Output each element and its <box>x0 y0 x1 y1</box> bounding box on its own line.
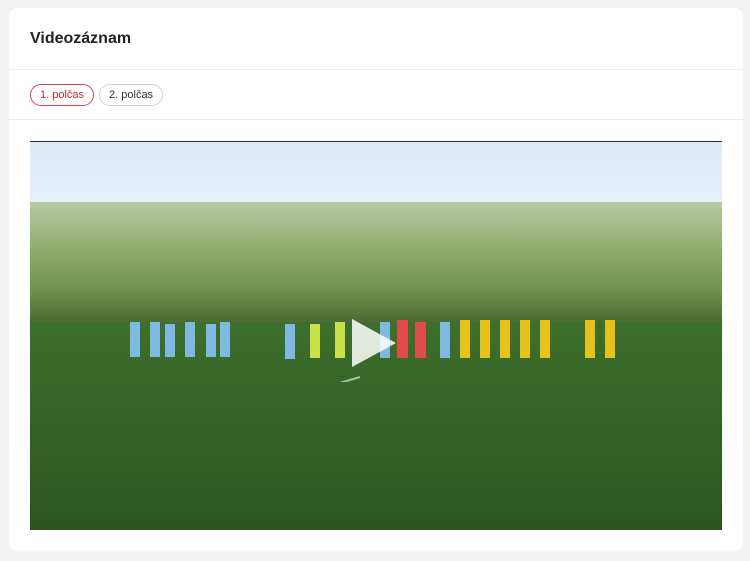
video-player[interactable] <box>30 141 722 530</box>
video-card: Videozáznam 1. polčas 2. polčas <box>9 8 743 551</box>
card-header: Videozáznam <box>9 8 743 70</box>
tab-first-half[interactable]: 1. polčas <box>30 83 95 106</box>
card-title: Videozáznam <box>30 29 132 47</box>
tab-second-half[interactable]: 2. polčas <box>99 83 164 106</box>
half-tabs: 1. polčas 2. polčas <box>9 70 743 120</box>
play-icon[interactable] <box>352 319 396 367</box>
